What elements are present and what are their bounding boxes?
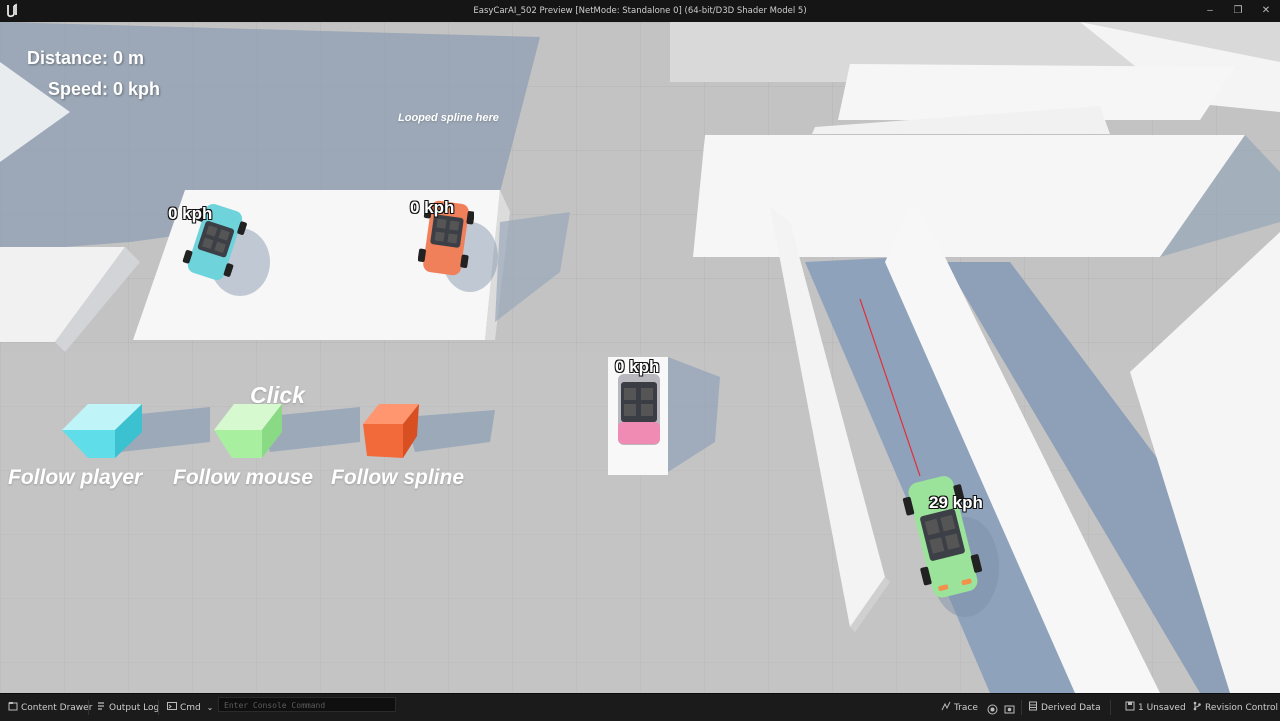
car-speed-label: 29 kph	[929, 493, 983, 512]
save-icon	[1125, 701, 1135, 711]
game-viewport[interactable]: Distance: 0 m Speed: 0 kph Looped spline…	[0, 22, 1280, 693]
content-drawer-label: Content Drawer	[21, 703, 93, 713]
console-command-input[interactable]: Enter Console Command	[218, 697, 396, 712]
green-cube[interactable]	[212, 402, 282, 458]
orange-cube[interactable]	[361, 402, 419, 458]
trace-label: Trace	[954, 703, 978, 713]
cmd-dropdown[interactable]: Cmd ⌄	[167, 701, 213, 715]
divider	[1110, 700, 1111, 715]
cyan-cube[interactable]	[60, 402, 142, 458]
follow-mouse-label: Follow mouse	[173, 466, 314, 489]
derived-data-label: Derived Data	[1041, 703, 1101, 713]
output-log-icon	[98, 702, 104, 710]
editor-status-bar: Content Drawer Output Log Cmd ⌄ Enter Co…	[0, 693, 1280, 721]
output-log-button[interactable]: Output Log	[96, 701, 159, 715]
divider	[88, 700, 89, 715]
derived-data-button[interactable]: Derived Data	[1028, 701, 1101, 715]
hud-speed: Speed: 0 kph	[48, 79, 161, 99]
revision-control-label: Revision Control	[1205, 703, 1279, 713]
follow-spline-label: Follow spline	[331, 466, 465, 489]
close-button[interactable]: ✕	[1251, 2, 1280, 20]
unsaved-label: 1 Unsaved	[1138, 703, 1186, 713]
branch-icon	[1193, 701, 1201, 711]
output-log-label: Output Log	[109, 703, 160, 713]
cmd-label: Cmd	[180, 703, 201, 713]
car-pink[interactable]	[614, 372, 664, 447]
car-speed-label: 0 kph	[615, 357, 660, 376]
window-title-bar: EasyCarAI_502 Preview [NetMode: Standalo…	[0, 0, 1280, 22]
car-speed-label: 0 kph	[168, 204, 213, 223]
content-drawer-icon	[8, 702, 18, 711]
trace-button[interactable]: Trace	[941, 701, 978, 715]
chevron-down-icon: ⌄	[206, 703, 214, 712]
maximize-button[interactable]: ❐	[1223, 2, 1253, 20]
content-drawer-button[interactable]: Content Drawer	[8, 701, 92, 715]
record-icon[interactable]	[987, 704, 998, 715]
terminal-icon	[167, 702, 177, 710]
spline-note-text: Looped spline here	[398, 112, 499, 124]
divider	[1021, 700, 1022, 715]
follow-player-label: Follow player	[8, 466, 143, 489]
window-title: EasyCarAI_502 Preview [NetMode: Standalo…	[473, 6, 807, 16]
car-green[interactable]	[900, 472, 984, 602]
revision-control-button[interactable]: Revision Control	[1192, 701, 1278, 715]
database-icon	[1029, 701, 1037, 711]
screenshot-icon[interactable]	[1004, 704, 1015, 715]
minimize-button[interactable]: –	[1195, 2, 1225, 20]
trace-icon	[941, 701, 951, 711]
car-speed-label: 0 kph	[410, 198, 455, 217]
hud-distance: Distance: 0 m	[27, 48, 145, 68]
unsaved-button[interactable]: 1 Unsaved	[1125, 701, 1186, 715]
divider	[158, 700, 159, 715]
